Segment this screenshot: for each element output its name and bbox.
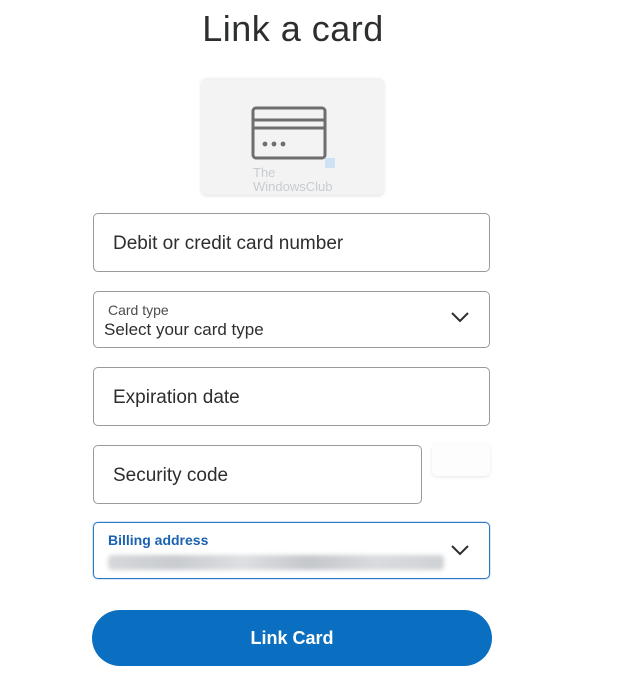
card-number-placeholder: Debit or credit card number <box>113 233 344 254</box>
billing-address-value-redacted <box>108 555 444 570</box>
expiration-date-placeholder: Expiration date <box>113 387 240 408</box>
watermark-line-1: The <box>253 165 276 180</box>
billing-address-select[interactable]: Billing address <box>93 522 490 579</box>
security-code-field[interactable]: Security code <box>93 445 422 504</box>
watermark-logo-square <box>325 158 335 168</box>
security-code-placeholder: Security code <box>113 465 229 486</box>
security-code-helper <box>432 444 490 476</box>
card-type-select[interactable]: Card type Select your card type <box>93 291 490 348</box>
card-preview: The WindowsClub <box>201 78 384 195</box>
billing-address-label: Billing address <box>108 532 209 548</box>
card-type-label: Card type <box>108 302 169 318</box>
link-card-button[interactable]: Link Card <box>92 610 492 666</box>
chevron-down-icon <box>451 545 469 556</box>
credit-card-icon <box>251 106 327 160</box>
page-title: Link a card <box>202 8 384 49</box>
watermark: The WindowsClub <box>253 158 335 194</box>
card-number-field[interactable]: Debit or credit card number <box>93 213 490 272</box>
watermark-line-2: WindowsClub <box>253 179 333 194</box>
expiration-date-field[interactable]: Expiration date <box>93 367 490 426</box>
card-type-value: Select your card type <box>104 320 264 339</box>
chevron-down-icon <box>451 312 469 323</box>
